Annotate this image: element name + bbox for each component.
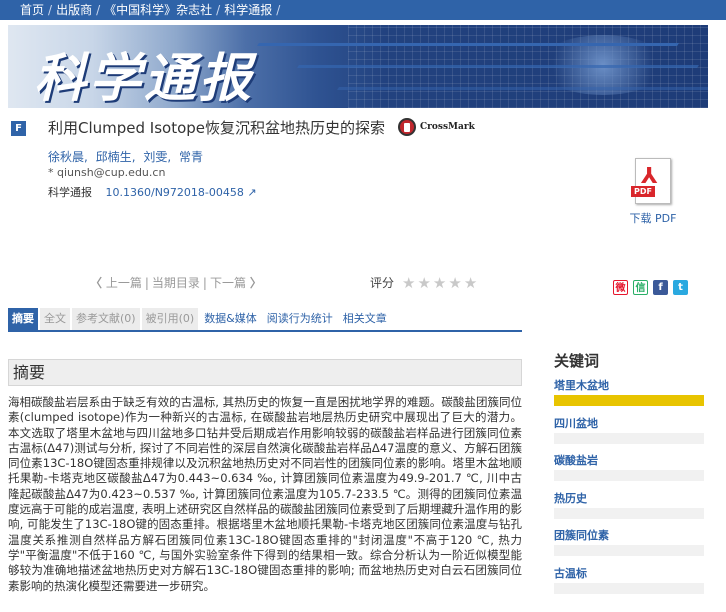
article-tabs: 摘要 全文 参考文献(0) 被引用(0) 数据&媒体 阅读行为统计 相关文章 xyxy=(8,308,393,330)
nav-press-link[interactable]: 《中国科学》杂志社 xyxy=(104,3,212,17)
rating-widget: 评分 ★ ★ ★ ★ ★ xyxy=(370,274,477,291)
keyword-weight-bar xyxy=(554,545,704,556)
star-icon[interactable]: ★ xyxy=(464,275,477,290)
keyword-link[interactable]: 碳酸盐岩 xyxy=(554,452,598,468)
keyword-link[interactable]: 塔里木盆地 xyxy=(554,377,609,393)
nav-separator: / xyxy=(96,3,101,17)
free-access-badge: F xyxy=(11,121,26,136)
abstract-text: 海相碳酸盐岩层系由于缺乏有效的古温标, 其热历史的恢复一直是困扰地学界的难题。碳… xyxy=(8,395,522,593)
crossmark-icon xyxy=(398,118,416,136)
nav-publisher-link[interactable]: 出版商 xyxy=(56,3,92,17)
keyword-link[interactable]: 团簇同位素 xyxy=(554,527,609,543)
tab-references[interactable]: 参考文献(0) xyxy=(72,308,140,330)
keywords-heading: 关键词 xyxy=(554,352,600,370)
nav-separator: / xyxy=(48,3,53,17)
doi-link[interactable]: 10.1360/N972018-00458 ↗ xyxy=(106,186,257,199)
tab-fulltext[interactable]: 全文 xyxy=(40,308,70,330)
keyword-weight-bar xyxy=(554,507,704,519)
keyword-weight-bar xyxy=(554,432,704,444)
rating-label: 评分 xyxy=(370,276,395,290)
journal-name: 科学通报 xyxy=(48,186,92,199)
weibo-share-icon[interactable]: 微 xyxy=(613,280,628,295)
doi-row: 科学通报 10.1360/N972018-00458 ↗ xyxy=(48,184,257,200)
author-link[interactable]: 常青 xyxy=(179,150,203,164)
banner-title: 科学通报 xyxy=(34,48,255,108)
download-pdf-label: 下载 PDF xyxy=(629,212,677,225)
nav-journal-link[interactable]: 科学通报 xyxy=(224,3,272,17)
keyword-link[interactable]: 热历史 xyxy=(554,490,587,506)
banner-stripe xyxy=(257,43,679,46)
tab-reading-stats[interactable]: 阅读行为统计 xyxy=(263,308,337,330)
star-icon[interactable]: ★ xyxy=(402,275,415,290)
download-pdf-button[interactable]: ⅄ PDF 下载 PDF xyxy=(624,158,682,226)
keyword-weight-bar xyxy=(554,470,704,481)
tab-underline xyxy=(8,330,522,332)
banner-stripe xyxy=(337,87,708,90)
share-bar: 微 信 f t xyxy=(613,280,688,295)
nav-separator: / xyxy=(216,3,221,17)
article-pager: 〈 上一篇 | 当期目录 | 下一篇 〉 xyxy=(90,276,262,290)
star-icon[interactable]: ★ xyxy=(448,275,461,290)
keyword-weight-fill xyxy=(554,395,704,406)
star-icon[interactable]: ★ xyxy=(433,275,446,290)
keyword-link[interactable]: 四川盆地 xyxy=(554,415,598,431)
next-article-link[interactable]: 下一篇 xyxy=(210,276,246,290)
corresponding-email: * qiunsh@cup.edu.cn xyxy=(48,166,166,179)
star-icon[interactable]: ★ xyxy=(417,275,430,290)
author-link[interactable]: 刘雯 xyxy=(143,150,167,164)
external-link-icon: ↗ xyxy=(247,186,257,199)
author-link[interactable]: 徐秋晨 xyxy=(48,150,84,164)
nav-home-link[interactable]: 首页 xyxy=(20,3,44,17)
keyword-link[interactable]: 古温标 xyxy=(554,565,587,581)
article-title: 利用Clumped Isotope恢复沉积盆地热历史的探索 xyxy=(48,119,386,137)
chevron-left-icon: 〈 xyxy=(90,276,103,290)
nav-separator: / xyxy=(276,3,281,17)
keyword-weight-bar xyxy=(554,582,704,594)
pdf-icon: ⅄ PDF xyxy=(631,158,671,204)
abstract-heading: 摘要 xyxy=(8,359,522,386)
current-issue-link[interactable]: 当期目录 xyxy=(152,276,200,290)
tab-cited-by[interactable]: 被引用(0) xyxy=(141,308,199,330)
top-nav: 首页 / 出版商 / 《中国科学》杂志社 / 科学通报 / xyxy=(0,0,726,20)
tab-related-articles[interactable]: 相关文章 xyxy=(339,308,391,330)
facebook-share-icon[interactable]: f xyxy=(653,280,668,295)
wechat-share-icon[interactable]: 信 xyxy=(633,280,648,295)
keyword-weight-bar xyxy=(554,395,704,406)
crossmark-label: CrossMark xyxy=(420,122,475,132)
tab-abstract[interactable]: 摘要 xyxy=(8,308,38,330)
author-list: 徐秋晨, 邱楠生, 刘雯, 常青 xyxy=(48,150,204,164)
crossmark-link[interactable]: CrossMark xyxy=(398,118,475,136)
chevron-right-icon: 〉 xyxy=(249,276,262,290)
journal-banner: 科学通报 xyxy=(8,25,708,108)
author-link[interactable]: 邱楠生 xyxy=(96,150,132,164)
prev-article-link[interactable]: 上一篇 xyxy=(106,276,142,290)
twitter-share-icon[interactable]: t xyxy=(673,280,688,295)
banner-stripe xyxy=(297,65,699,68)
tab-data-media[interactable]: 数据&媒体 xyxy=(200,308,261,330)
